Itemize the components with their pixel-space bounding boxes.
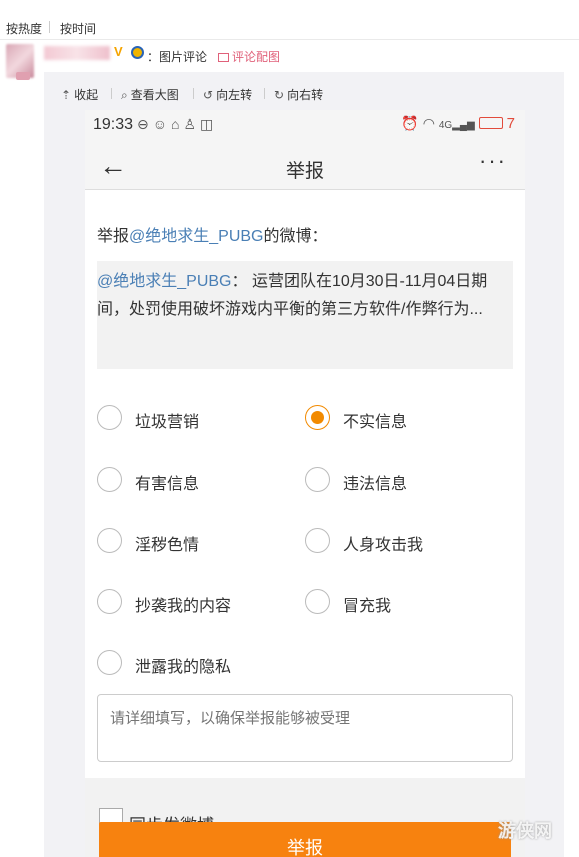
wifi-icon: ◠ bbox=[422, 115, 435, 131]
report-target-line: 举报@绝地求生_PUBG的微博： bbox=[97, 222, 328, 246]
member-badge-icon bbox=[131, 46, 144, 59]
pic-comment-link[interactable]: 评论配图 bbox=[218, 48, 280, 65]
sort-by-hot[interactable]: 按热度 bbox=[6, 20, 42, 37]
option-label: 不实信息 bbox=[343, 414, 408, 431]
radio[interactable] bbox=[97, 405, 122, 430]
avatar-badge bbox=[16, 72, 30, 80]
rotate-right-label: 向右转 bbox=[287, 88, 324, 102]
battery-icon bbox=[478, 117, 503, 129]
rotate-left-icon: ↺ bbox=[203, 88, 214, 102]
option-label: 淫秽色情 bbox=[135, 537, 200, 554]
radio[interactable] bbox=[305, 528, 330, 553]
collapse-button[interactable]: ⇡ 收起 bbox=[61, 86, 98, 103]
option-label: 冒充我 bbox=[343, 598, 392, 615]
sort-bar: 按热度 按时间 bbox=[0, 0, 579, 40]
image-toolbar: ⇡ 收起 ⌕ 查看大图 ↺ 向左转 ↻ 向右转 bbox=[44, 72, 564, 110]
option-label: 垃圾营销 bbox=[135, 414, 200, 431]
view-large-button[interactable]: ⌕ 查看大图 bbox=[121, 86, 179, 103]
toolbar-divider bbox=[264, 88, 265, 99]
radio[interactable] bbox=[97, 589, 122, 614]
report-prefix: 举报 bbox=[97, 228, 130, 245]
submit-report-button[interactable]: 举报 bbox=[99, 822, 511, 857]
collapse-icon: ⇡ bbox=[61, 88, 72, 102]
radio-selected[interactable] bbox=[305, 405, 330, 430]
option-label: 泄露我的隐私 bbox=[135, 659, 232, 676]
signal-icon: 4G▂▄▆ bbox=[438, 120, 475, 131]
username-blurred[interactable] bbox=[44, 46, 110, 60]
comment-source: ：图片评论 bbox=[147, 50, 208, 64]
sort-divider bbox=[49, 21, 50, 33]
verified-v-icon: V bbox=[114, 44, 123, 59]
collapse-label: 收起 bbox=[74, 88, 99, 102]
rotate-left-button[interactable]: ↺ 向左转 bbox=[203, 86, 252, 103]
battery-level: 7 bbox=[506, 115, 515, 132]
status-right: ⏰ ◠ 4G▂▄▆ 7 bbox=[401, 115, 515, 132]
quoted-post: @绝地求生_PUBG： 运营团队在10月30日-11月04日期间，处罚使用破坏游… bbox=[97, 261, 513, 369]
notification-icons: ⊖☺⌂♙◫ bbox=[137, 116, 218, 132]
option-label: 有害信息 bbox=[135, 476, 200, 493]
report-suffix: 的微博： bbox=[263, 228, 328, 245]
rotate-right-button[interactable]: ↻ 向右转 bbox=[274, 86, 323, 103]
status-time: 19:33 bbox=[93, 116, 134, 133]
image-icon bbox=[218, 53, 229, 62]
report-form: 举报@绝地求生_PUBG的微博： @绝地求生_PUBG： 运营团队在10月30日… bbox=[85, 191, 525, 751]
rotate-right-icon: ↻ bbox=[274, 88, 285, 102]
rotate-left-label: 向左转 bbox=[216, 88, 253, 102]
pic-comment-label: 评论配图 bbox=[232, 50, 281, 64]
toolbar-divider bbox=[193, 88, 194, 99]
image-viewer-panel: ⇡ 收起 ⌕ 查看大图 ↺ 向左转 ↻ 向右转 19:33 ⊖☺⌂♙◫ ⏰ ◠ 4G▂▄… bbox=[44, 72, 564, 857]
radio[interactable] bbox=[97, 650, 122, 675]
view-large-label: 查看大图 bbox=[130, 88, 179, 102]
radio[interactable] bbox=[97, 467, 122, 492]
phone-screenshot: 19:33 ⊖☺⌂♙◫ ⏰ ◠ 4G▂▄▆ 7 ← 举报 ··· 举报@绝地求生_… bbox=[85, 110, 525, 857]
watermark-logo: 游侠网 bbox=[498, 821, 552, 841]
search-icon: ⌕ bbox=[121, 88, 128, 102]
quote-mention[interactable]: @绝地求生_PUBG bbox=[97, 273, 232, 290]
option-label: 抄袭我的内容 bbox=[135, 598, 232, 615]
option-label: 违法信息 bbox=[343, 476, 408, 493]
radio[interactable] bbox=[305, 589, 330, 614]
report-target-mention[interactable]: @绝地求生_PUBG bbox=[129, 228, 264, 245]
status-bar: 19:33 ⊖☺⌂♙◫ ⏰ ◠ 4G▂▄▆ 7 bbox=[85, 110, 525, 142]
alarm-icon: ⏰ bbox=[401, 115, 419, 131]
detail-input[interactable] bbox=[97, 694, 513, 762]
radio[interactable] bbox=[97, 528, 122, 553]
page-title: 举报 bbox=[285, 161, 324, 182]
nav-bar: ← 举报 ··· bbox=[85, 142, 525, 190]
option-label: 人身攻击我 bbox=[343, 537, 424, 554]
radio[interactable] bbox=[305, 467, 330, 492]
toolbar-divider bbox=[111, 88, 112, 99]
more-icon[interactable]: ··· bbox=[479, 148, 507, 174]
sort-by-time[interactable]: 按时间 bbox=[60, 20, 96, 37]
